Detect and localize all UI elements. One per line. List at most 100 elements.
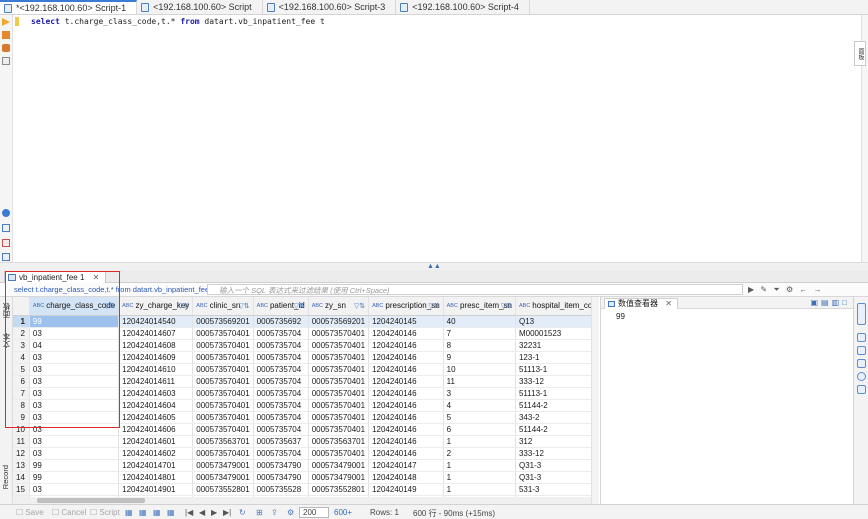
filter-icon[interactable]: ⊞ xyxy=(256,508,263,517)
text-view-toggle[interactable]: 文本 xyxy=(1,333,12,348)
record-view-toggle[interactable]: Record xyxy=(1,465,10,489)
cell-clinic-sn[interactable]: 000573479001 xyxy=(192,459,254,472)
cell-presc-item-sn[interactable]: 2 xyxy=(443,447,516,460)
cell-charge-class-code[interactable]: 03 xyxy=(29,375,120,388)
cell-zy-charge-key[interactable]: 120424014603 xyxy=(118,387,194,400)
table-row[interactable]: 14 99 120424014801 000573479001 0005734790 00… xyxy=(13,471,591,484)
cell-hospital-item-code[interactable]: 51144-2 xyxy=(515,399,591,412)
cell-prescription-sn[interactable]: 1204240146 xyxy=(368,423,444,436)
cell-hospital-item-code[interactable]: 51113-1 xyxy=(515,387,591,400)
cell-zy-charge-key[interactable]: 120424014701 xyxy=(118,459,194,472)
cell-patient-id[interactable]: 0005735637 xyxy=(253,435,309,448)
row-number[interactable]: 1 xyxy=(13,315,30,328)
column-header-zy-charge-key[interactable]: ABC zy_charge_key ▽⇅ xyxy=(118,297,194,316)
sort-filter-icon[interactable]: ▽⇅ xyxy=(178,301,189,312)
panel-toggle-button[interactable]: 面板 xyxy=(854,41,866,66)
save-button[interactable]: ☐ Save xyxy=(16,508,44,517)
cell-zy-charge-key[interactable]: 120424014901 xyxy=(118,483,194,496)
grid-horizontal-scrollbar[interactable] xyxy=(13,497,591,504)
cell-presc-item-sn[interactable]: 9 xyxy=(443,351,516,364)
cell-zy-charge-key[interactable]: 120424014609 xyxy=(118,351,194,364)
cell-zy-sn[interactable]: 000573563701 xyxy=(308,435,370,448)
column-header-hospital-item-code[interactable]: ABChospital_item_code▽⇅ xyxy=(515,297,591,316)
cell-zy-charge-key[interactable]: 120424014540 xyxy=(118,315,194,328)
cell-clinic-sn[interactable]: 000573570401 xyxy=(192,423,254,436)
cell-charge-class-code[interactable]: 03 xyxy=(29,399,120,412)
cell-patient-id[interactable]: 0005735704 xyxy=(253,411,309,424)
import-icon[interactable] xyxy=(2,239,10,247)
table-row[interactable]: 2 03 120424014607 000573570401 0005735704 000… xyxy=(13,327,591,340)
filter-actions[interactable]: ▶ ✎ ⏷ ⚙ ← → xyxy=(748,285,824,295)
cell-clinic-sn[interactable]: 000573570401 xyxy=(192,399,254,412)
cell-hospital-item-code[interactable]: Q31-3 xyxy=(515,471,591,484)
cell-charge-class-code[interactable]: 03 xyxy=(29,447,120,460)
cell-presc-item-sn[interactable]: 10 xyxy=(443,363,516,376)
history-icon[interactable]: ⏷ xyxy=(773,285,781,294)
sort-filter-icon[interactable]: ▽⇅ xyxy=(428,301,439,312)
apply-filter-icon[interactable]: ▶ xyxy=(748,285,756,294)
cell-hospital-item-code[interactable]: Q13 xyxy=(515,315,591,328)
row-number[interactable]: 13 xyxy=(13,459,30,472)
cell-hospital-item-code[interactable]: 312 xyxy=(515,435,591,448)
cell-zy-sn[interactable]: 000573570401 xyxy=(308,375,370,388)
cell-charge-class-code[interactable]: 03 xyxy=(29,483,120,496)
copy-row-icon[interactable]: ▦ xyxy=(153,508,161,517)
cell-zy-charge-key[interactable]: 120424014605 xyxy=(118,411,194,424)
cell-zy-charge-key[interactable]: 120424014801 xyxy=(118,471,194,484)
value-viewer-actions[interactable]: ▣▤▥□ xyxy=(810,298,850,307)
cell-patient-id[interactable]: 0005735692 xyxy=(253,315,309,328)
refresh-icon[interactable]: ↻ xyxy=(239,508,246,517)
cell-hospital-item-code[interactable]: 343-2 xyxy=(515,411,591,424)
column-header-clinic-sn[interactable]: ABC clinic_sn ▽⇅ xyxy=(192,297,254,316)
cell-prescription-sn[interactable]: 1204240146 xyxy=(368,363,444,376)
export-icon[interactable] xyxy=(2,224,10,232)
cell-hospital-item-code[interactable]: 123-1 xyxy=(515,351,591,364)
cell-patient-id[interactable]: 0005735704 xyxy=(253,351,309,364)
sql-editor[interactable]: select t.charge_class_code,t.* from data… xyxy=(13,15,861,262)
execute-script-icon[interactable] xyxy=(2,31,10,39)
cell-presc-item-sn[interactable]: 3 xyxy=(443,387,516,400)
row-number[interactable]: 6 xyxy=(13,375,30,388)
row-number[interactable]: 12 xyxy=(13,447,30,460)
add-row-icon[interactable]: ▦ xyxy=(139,508,147,517)
cell-presc-item-sn[interactable]: 1 xyxy=(443,459,516,472)
settings-icon[interactable]: ▥ xyxy=(832,298,843,307)
table-row[interactable]: 13 99 120424014701 000573479001 0005734790 00… xyxy=(13,459,591,472)
table-row[interactable]: 9 03 120424014605 000573570401 0005735704 000… xyxy=(13,411,591,424)
edit-row-icon[interactable]: ▦ xyxy=(125,508,133,517)
row-number[interactable]: 8 xyxy=(13,399,30,412)
column-header-prescription-sn[interactable]: ABC prescription_sn ▽⇅ xyxy=(368,297,444,316)
cell-hospital-item-code[interactable]: 333-12 xyxy=(515,447,591,460)
row-number[interactable]: 14 xyxy=(13,471,30,484)
cell-zy-sn[interactable]: 000573570401 xyxy=(308,351,370,364)
panels-icon[interactable]: ⚙ xyxy=(786,285,795,294)
cell-hospital-item-code[interactable]: Q31-3 xyxy=(515,459,591,472)
back-icon[interactable]: ← xyxy=(799,285,809,294)
explain-plan-icon[interactable] xyxy=(2,44,10,52)
filter-sql-text[interactable]: select t.charge_class_code,t.* from data… xyxy=(14,285,213,294)
cell-zy-charge-key[interactable]: 120424014606 xyxy=(118,423,194,436)
next-page-icon[interactable]: ▶ xyxy=(211,508,217,517)
forward-icon[interactable]: → xyxy=(814,285,824,294)
cancel-button[interactable]: ☐ Cancel xyxy=(52,508,86,517)
cell-charge-class-code[interactable]: 03 xyxy=(29,363,120,376)
cell-zy-sn[interactable]: 000573569201 xyxy=(308,315,370,328)
cell-prescription-sn[interactable]: 1204240146 xyxy=(368,339,444,352)
cell-prescription-sn[interactable]: 1204240146 xyxy=(368,327,444,340)
cell-charge-class-code[interactable]: 03 xyxy=(29,351,120,364)
cell-zy-charge-key[interactable]: 120424014602 xyxy=(118,447,194,460)
cell-prescription-sn[interactable]: 1204240147 xyxy=(368,459,444,472)
cell-charge-class-code[interactable]: 99 xyxy=(29,459,120,472)
cell-clinic-sn[interactable]: 000573563701 xyxy=(192,435,254,448)
cell-clinic-sn[interactable]: 000573570401 xyxy=(192,351,254,364)
cell-patient-id[interactable]: 0005735704 xyxy=(253,423,309,436)
cell-zy-charge-key[interactable]: 120424014604 xyxy=(118,399,194,412)
row-number[interactable]: 5 xyxy=(13,363,30,376)
row-number[interactable]: 2 xyxy=(13,327,30,340)
delete-row-icon[interactable]: ▦ xyxy=(167,508,175,517)
sort-filter-icon[interactable]: ▽⇅ xyxy=(104,301,115,312)
cell-prescription-sn[interactable]: 1204240146 xyxy=(368,435,444,448)
splitter-arrows-icon[interactable]: ▲▲ xyxy=(427,263,441,270)
result-tab[interactable]: vb_inpatient_fee 1 ✕ xyxy=(4,271,107,283)
column-header-patient-id[interactable]: ABC patient_id ▽⇅ xyxy=(253,297,309,316)
